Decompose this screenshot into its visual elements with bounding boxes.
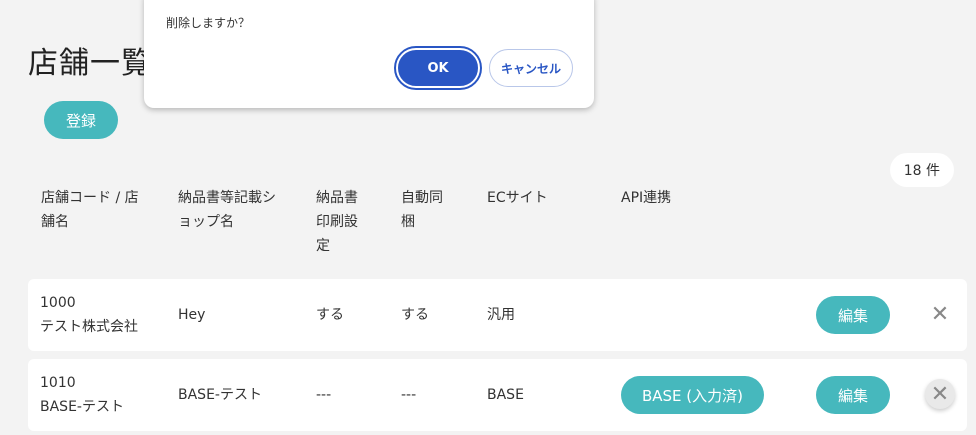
item-count-badge: 18 件: [889, 153, 954, 187]
store-code-cell: 1010 BASE-テスト: [40, 371, 124, 419]
header-print-setting-line1: 納品書: [316, 190, 358, 206]
edit-button[interactable]: 編集: [816, 376, 890, 414]
confirm-dialog: 削除しますか？ OK キャンセル: [144, 0, 594, 108]
ec-site-cell: BASE: [487, 387, 524, 403]
header-print-setting: 納品書 印刷設 定: [316, 186, 358, 258]
table-row: 1010 BASE-テスト BASE-テスト --- --- BASE BASE…: [28, 359, 967, 431]
shop-name-cell: BASE-テスト: [178, 387, 262, 403]
header-shop-name-line1: 納品書等記載シ: [178, 190, 276, 206]
print-setting-cell: する: [316, 307, 344, 323]
edit-button[interactable]: 編集: [816, 296, 890, 334]
shop-name-cell: Hey: [178, 307, 206, 323]
auto-bundle-cell: する: [401, 307, 429, 323]
header-api: API連携: [621, 186, 671, 210]
register-button[interactable]: 登録: [44, 101, 118, 139]
header-store-code-line1: 店舗コード / 店: [41, 190, 139, 206]
header-store-code-line2: 舗名: [41, 214, 69, 230]
store-name: テスト株式会社: [40, 319, 138, 335]
header-ec-site-line1: ECサイト: [487, 190, 548, 206]
header-ec-site: ECサイト: [487, 186, 548, 210]
header-auto-bundle-line1: 自動同: [401, 190, 443, 206]
header-print-setting-line2: 印刷設: [316, 214, 358, 230]
close-icon[interactable]: ✕: [926, 300, 954, 328]
header-print-setting-line3: 定: [316, 238, 330, 254]
api-status-button[interactable]: BASE (入力済): [621, 376, 764, 414]
store-name: BASE-テスト: [40, 399, 124, 415]
store-code: 1010: [40, 375, 76, 391]
store-code-cell: 1000 テスト株式会社: [40, 291, 138, 339]
header-store-code: 店舗コード / 店 舗名: [41, 186, 139, 234]
page-title: 店舗一覧: [28, 46, 152, 81]
auto-bundle-cell: ---: [401, 387, 417, 403]
ec-site-cell: 汎用: [487, 307, 515, 323]
header-api-line1: API連携: [621, 190, 672, 206]
store-code: 1000: [40, 295, 76, 311]
close-icon[interactable]: ✕: [925, 379, 955, 409]
dialog-message: 削除しますか？: [166, 16, 251, 30]
header-shop-name: 納品書等記載シ ョップ名: [178, 186, 276, 234]
header-auto-bundle: 自動同 梱: [401, 186, 443, 234]
ok-button[interactable]: OK: [394, 46, 482, 90]
cancel-button[interactable]: キャンセル: [489, 49, 573, 87]
table-row: 1000 テスト株式会社 Hey する する 汎用 編集 ✕: [28, 279, 967, 351]
print-setting-cell: ---: [316, 387, 332, 403]
header-auto-bundle-line2: 梱: [401, 214, 415, 230]
header-shop-name-line2: ョップ名: [178, 214, 234, 230]
